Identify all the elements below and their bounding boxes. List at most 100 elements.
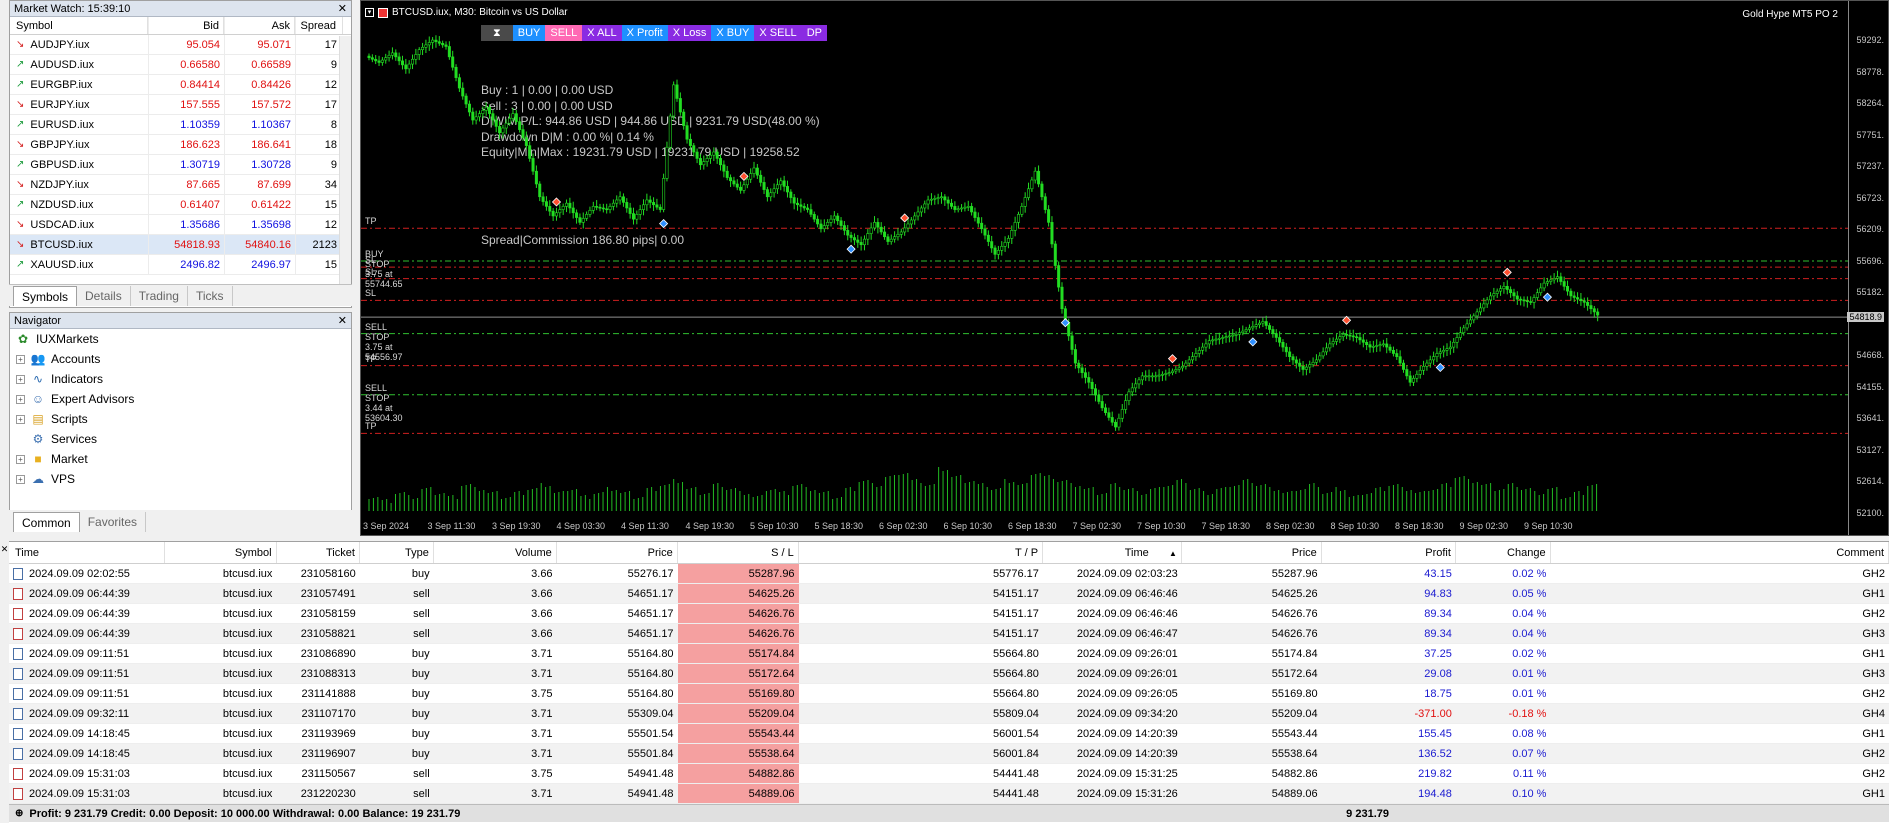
expand-icon[interactable]: + [16,354,25,364]
column-header[interactable]: T / P [799,542,1044,563]
table-row[interactable]: 2024.09.09 15:31:03 btcusd.iux 231150567 se… [9,764,1889,784]
header-ask[interactable]: Ask [224,17,295,34]
column-header[interactable]: S / L [678,542,799,563]
column-header[interactable]: Time [9,542,165,563]
cell-symbol: btcusd.iux [165,724,277,743]
expand-icon[interactable]: + [16,394,25,404]
cell-ticket: 231220230 [276,784,359,803]
cell-text: 54626.76 [1271,628,1318,640]
close-icon[interactable]: ✕ [338,1,347,17]
cell-text: 0.10 % [1512,788,1547,800]
symbol-row[interactable]: ↗ EURUSD.iux 1.10359 1.10367 8 [10,115,351,135]
cell-text: btcusd.iux [222,668,273,680]
table-row[interactable]: 2024.09.09 09:32:11 btcusd.iux 231107170 bu… [9,704,1889,724]
navigator-item-vps[interactable]: + ☁ VPS [10,469,351,489]
symbol-row[interactable]: ↘ NZDJPY.iux 87.665 87.699 34 [10,175,351,195]
header-bid[interactable]: Bid [148,17,224,34]
symbol-cell: ↗ AUDUSD.iux [10,55,148,74]
tab-symbols[interactable]: Symbols [13,286,78,306]
price-tick-label: 58264. [1856,98,1884,108]
column-header[interactable]: Ticket [277,542,360,563]
cell-text: 2024.09.09 09:26:01 [1076,668,1178,680]
cell-text: 2024.09.09 06:46:46 [1076,608,1178,620]
cell-symbol: btcusd.iux [165,784,277,803]
table-row[interactable]: 2024.09.09 15:31:03 btcusd.iux 231220230 se… [9,784,1889,804]
column-header[interactable]: Volume [434,542,557,563]
column-header[interactable]: Type [360,542,434,563]
cell-text: -0.18 % [1508,708,1547,720]
scripts-icon: ▤ [32,412,44,426]
price-chart[interactable]: ▾ BTCUSD.iux, M30: Bitcoin vs US Dollar … [360,0,1889,536]
arrow-down-icon: ↘ [16,238,25,250]
cell-ticket: 231196907 [276,744,359,763]
table-row[interactable]: 2024.09.09 02:02:55 btcusd.iux 231058160 bu… [9,564,1889,584]
cell-text: 54889.06 [1271,788,1318,800]
cell-text: 2024.09.09 09:11:51 [29,687,130,700]
navigator-item-indicators[interactable]: + ∿ Indicators [10,369,351,389]
column-header[interactable]: Symbol [165,542,277,563]
symbol-row[interactable]: ↘ GBPJPY.iux 186.623 186.641 18 [10,135,351,155]
symbol-row[interactable]: ↗ AUDUSD.iux 0.66580 0.66589 9 [10,55,351,75]
cell-price2: 54889.06 [1182,784,1322,803]
navigator-root[interactable]: ✿ IUXMarkets [10,329,351,349]
expand-icon[interactable]: + [16,414,25,424]
column-header[interactable]: Comment [1551,542,1889,563]
bid-cell: 1.10359 [148,115,224,134]
expand-icon[interactable]: + [16,374,25,384]
table-row[interactable]: 2024.09.09 14:18:45 btcusd.iux 231196907 bu… [9,744,1889,764]
symbol-row[interactable]: ↘ USDCAD.iux 1.35686 1.35698 12 [10,215,351,235]
symbol-row[interactable]: ↘ EURJPY.iux 157.555 157.572 17 [10,95,351,115]
cell-comment: GH4 [1550,704,1889,723]
table-row[interactable]: 2024.09.09 06:44:39 btcusd.iux 231058159 se… [9,604,1889,624]
symbol-row[interactable]: ↘ BTCUSD.iux 54818.93 54840.16 2123 [10,235,351,255]
column-header[interactable]: Time ▲ [1043,542,1182,563]
cell-time2: 2024.09.09 06:46:46 [1043,584,1182,603]
cell-text: 231196907 [301,748,356,760]
column-header[interactable]: Price [1182,542,1322,563]
tab-trading[interactable]: Trading [131,286,188,306]
arrow-up-icon: ↗ [16,58,25,70]
table-row[interactable]: 2024.09.09 06:44:39 btcusd.iux 231058821 se… [9,624,1889,644]
symbol-row[interactable]: ↗ XAUUSD.iux 2496.82 2496.97 15 [10,255,351,275]
column-header[interactable]: Price [557,542,678,563]
column-header-label: Time [1124,547,1149,559]
cell-text: 3.71 [531,668,553,680]
symbol-row[interactable]: ↗ NZDUSD.iux 0.61407 0.61422 15 [10,195,351,215]
cell-text: 55538.64 [748,748,795,760]
tab-ticks[interactable]: Ticks [188,286,233,306]
vps-icon: ☁ [32,472,44,486]
navigator-item-label: Scripts [51,412,88,426]
expand-icon[interactable] [16,434,25,444]
terminal-close-icon[interactable]: ✕ [0,544,9,555]
tab-favorites[interactable]: Favorites [80,512,147,532]
close-icon[interactable]: ✕ [338,313,347,329]
price-tick-label: 56723. [1856,192,1884,203]
cell-text: 55543.44 [1271,728,1318,740]
table-row[interactable]: 2024.09.09 09:11:51 btcusd.iux 231141888 bu… [9,684,1889,704]
table-row[interactable]: 2024.09.09 09:11:51 btcusd.iux 231086890 bu… [9,644,1889,664]
cell-text: 55164.80 [627,688,674,700]
tab-details[interactable]: Details [77,286,131,306]
expand-icon[interactable]: + [16,474,25,484]
table-row[interactable]: 2024.09.09 14:18:45 btcusd.iux 231193969 bu… [9,724,1889,744]
column-header[interactable]: Change [1456,542,1551,563]
symbol-row[interactable]: ↗ GBPUSD.iux 1.30719 1.30728 9 [10,155,351,175]
cell-change: 0.10 % [1456,784,1551,803]
symbol-row[interactable]: ↘ AUDJPY.iux 95.054 95.071 17 [10,35,351,55]
expand-icon[interactable]: + [16,454,25,464]
navigator-item-expert-advisors[interactable]: + ☺ Expert Advisors [10,389,351,409]
navigator-item-market[interactable]: + ■ Market [10,449,351,469]
header-spread[interactable]: Spread [295,17,343,34]
navigator-item-accounts[interactable]: + 👥 Accounts [10,349,351,369]
header-symbol[interactable]: Symbol [10,17,148,34]
price-axis: 59292. 58778. 58264. 57751. 57237. 56723. 5620… [1847,1,1888,535]
table-row[interactable]: 2024.09.09 06:44:39 btcusd.iux 231057491 se… [9,584,1889,604]
tab-common[interactable]: Common [13,512,80,532]
price-tick-label: 59292. [1856,35,1884,45]
table-row[interactable]: 2024.09.09 09:11:51 btcusd.iux 231088313 bu… [9,664,1889,684]
column-header[interactable]: Profit [1322,542,1456,563]
market-watch-scrollbar[interactable] [339,36,351,284]
navigator-item-scripts[interactable]: + ▤ Scripts [10,409,351,429]
navigator-item-services[interactable]: ⚙ Services [10,429,351,449]
symbol-row[interactable]: ↗ EURGBP.iux 0.84414 0.84426 12 [10,75,351,95]
